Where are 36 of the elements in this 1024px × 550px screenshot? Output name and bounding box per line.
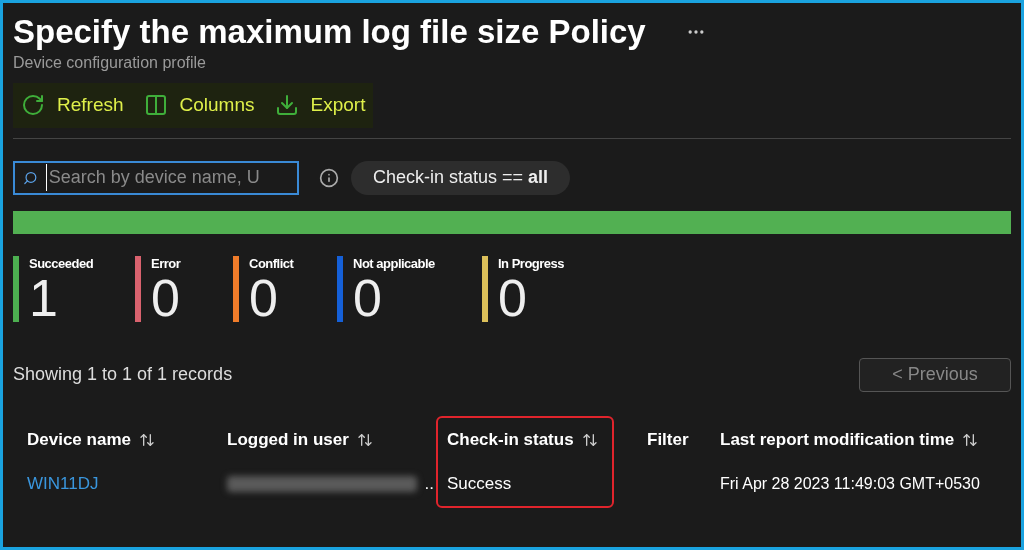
- sort-icon[interactable]: [356, 431, 373, 448]
- sort-icon[interactable]: [962, 431, 979, 448]
- column-header[interactable]: Device name: [27, 426, 131, 453]
- search-field[interactable]: Search by device name, U: [13, 160, 299, 195]
- table-cell-text: Fri Apr 28 2023 11:49:03 GMT+0530: [720, 473, 980, 494]
- toolbar-button[interactable]: Columns: [143, 91, 255, 120]
- sort-icon[interactable]: [138, 431, 155, 448]
- ellipsis-text: ..: [424, 472, 434, 495]
- stat-label: Succeeded: [29, 255, 94, 272]
- device-link[interactable]: WIN11DJ: [27, 470, 99, 497]
- search-icon: [23, 169, 38, 186]
- column-header[interactable]: Check-in status: [447, 426, 574, 453]
- sort-icon[interactable]: [581, 431, 598, 448]
- records-count: Showing 1 to 1 of 1 records: [13, 363, 233, 386]
- page-subtitle: Device configuration profile: [13, 53, 207, 73]
- stat-value: 0: [249, 271, 279, 324]
- column-header[interactable]: Logged in user: [227, 426, 349, 453]
- filter-pill[interactable]: Check-in status == all: [351, 160, 571, 195]
- stat-label: Conflict: [249, 255, 294, 272]
- stat-label: In Progress: [498, 255, 565, 272]
- stat-value: 1: [29, 271, 59, 324]
- info-icon[interactable]: [319, 167, 339, 188]
- table-cell-text: Success: [447, 472, 512, 495]
- toolbar-button[interactable]: Export: [274, 91, 366, 120]
- download-icon: [274, 93, 299, 118]
- toolbar-button[interactable]: Refresh: [21, 91, 124, 120]
- columns-icon: [143, 93, 168, 118]
- page-title: Specify the maximum log file size Policy: [13, 12, 646, 52]
- stat-label: Error: [151, 255, 181, 272]
- stat-value: 0: [151, 271, 181, 324]
- stat-label: Not applicable: [353, 255, 435, 272]
- column-header[interactable]: Filter: [647, 426, 689, 453]
- stat-value: 0: [353, 271, 382, 324]
- column-header[interactable]: Last report modification time: [720, 426, 955, 453]
- refresh-icon: [21, 93, 45, 118]
- stat-value: 0: [498, 271, 527, 324]
